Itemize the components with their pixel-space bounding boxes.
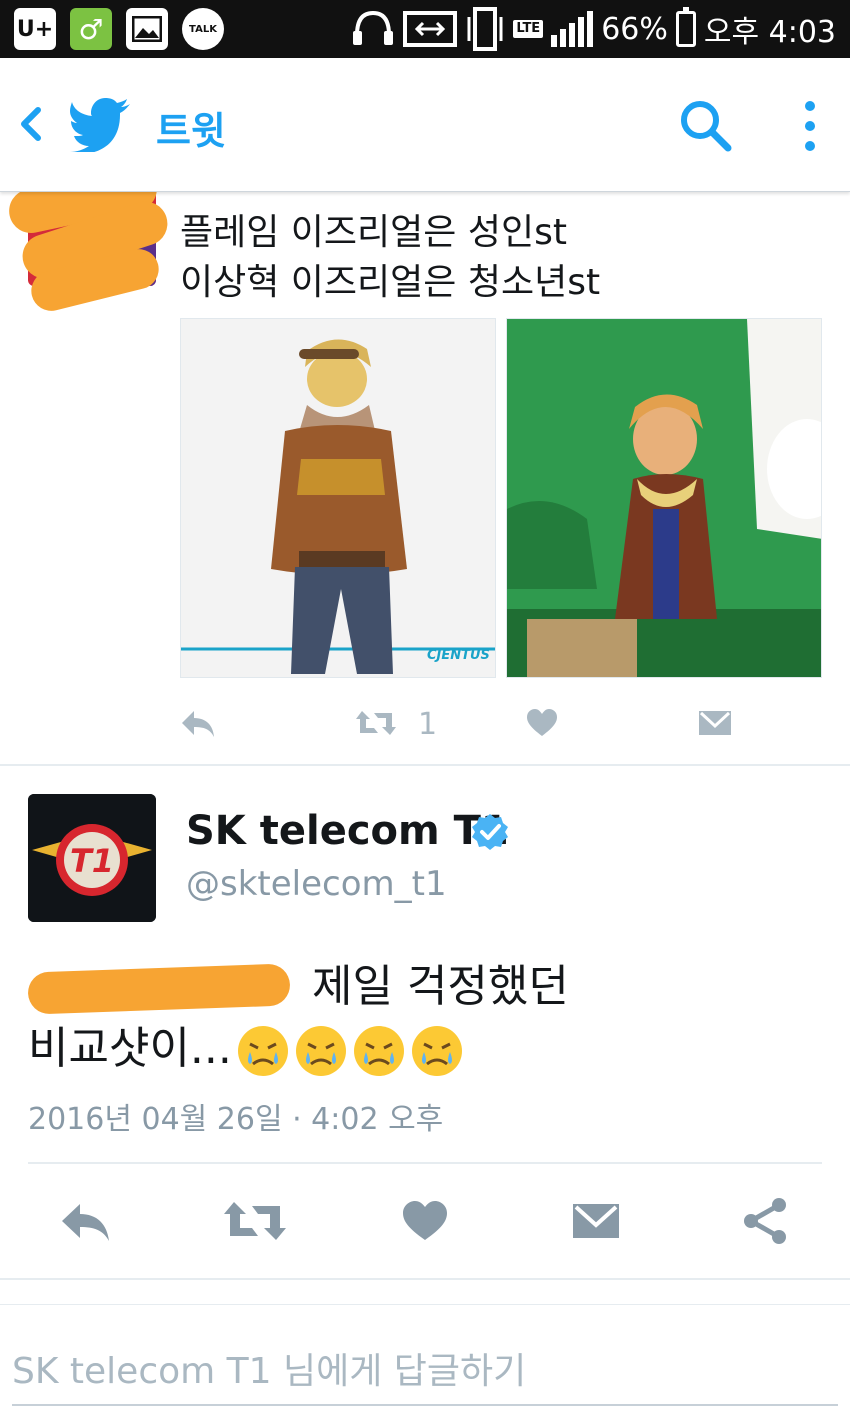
tweet-text-line: 비교샷이... bbox=[28, 1023, 232, 1074]
divider bbox=[0, 1304, 850, 1305]
battery-percent: 66% bbox=[601, 11, 668, 47]
profile-avatar[interactable]: T1 bbox=[28, 794, 156, 922]
svg-text:T1: T1 bbox=[70, 842, 114, 880]
divider bbox=[0, 1278, 850, 1280]
twitter-bird-icon bbox=[70, 98, 130, 152]
male-symbol-icon: ♂ bbox=[70, 8, 112, 50]
username-handle[interactable]: @sktelecom_t1 bbox=[186, 864, 447, 904]
crying-face-emoji-icon bbox=[295, 1026, 346, 1076]
tweet-text-line: 플레임 이즈리얼은 성인st bbox=[180, 212, 567, 253]
more-options-icon[interactable] bbox=[800, 98, 820, 154]
retweet-icon[interactable] bbox=[354, 705, 398, 741]
crying-face-emoji-icon bbox=[411, 1026, 462, 1076]
retweet-count: 1 bbox=[418, 707, 438, 742]
battery-icon bbox=[675, 7, 696, 47]
tweet-detail-actions bbox=[0, 1190, 850, 1256]
tweet-timestamp: 2016년 04월 26일 · 4:02 오후 bbox=[28, 1102, 444, 1137]
divider bbox=[28, 1162, 822, 1164]
screen-share-icon bbox=[403, 11, 458, 47]
kakaotalk-icon: TALK bbox=[182, 8, 224, 50]
like-heart-icon[interactable] bbox=[402, 1196, 448, 1246]
direct-message-icon[interactable] bbox=[698, 705, 732, 741]
tweet-text-line: 제일 걱정했던 bbox=[312, 961, 569, 1012]
skt-t1-logo: T1 bbox=[28, 794, 156, 922]
lte-indicator: LTE bbox=[513, 20, 544, 38]
tweet-photo-1[interactable]: CJENTUS bbox=[180, 318, 496, 678]
uplus-icon: U+ bbox=[14, 8, 56, 50]
reply-input[interactable]: SK telecom T1 님에게 답글하기 bbox=[12, 1336, 838, 1406]
search-icon[interactable] bbox=[678, 98, 734, 154]
share-icon[interactable] bbox=[742, 1196, 788, 1246]
photo-watermark: CJENTUS bbox=[427, 648, 490, 663]
display-name[interactable]: SK telecom T1 bbox=[186, 808, 509, 854]
previous-tweet[interactable]: 플레임 이즈리얼은 성인st 이상혁 이즈리얼은 청소년st CJENTUS 1 bbox=[0, 162, 850, 765]
page-title: 트윗 bbox=[156, 109, 226, 153]
divider bbox=[0, 764, 850, 766]
verified-badge-icon bbox=[472, 814, 508, 850]
vibrate-icon bbox=[467, 7, 503, 51]
tweet-text: 플레임 이즈리얼은 성인st 이상혁 이즈리얼은 청소년st bbox=[180, 208, 600, 308]
crying-face-emoji-icon bbox=[237, 1026, 288, 1076]
status-bar: U+ ♂ TALK LTE 66% 오후 4:03 bbox=[0, 0, 850, 58]
headset-icon bbox=[353, 10, 394, 45]
tweet-photo-2[interactable] bbox=[506, 318, 822, 678]
reply-icon[interactable] bbox=[180, 705, 216, 741]
like-heart-icon[interactable] bbox=[526, 705, 558, 741]
retweet-icon[interactable] bbox=[222, 1196, 288, 1246]
tweet-actions: 1 bbox=[0, 697, 850, 747]
gallery-icon bbox=[126, 8, 168, 50]
app-bar: 트윗 bbox=[0, 58, 850, 192]
direct-message-icon[interactable] bbox=[572, 1196, 620, 1246]
clock: 오후 4:03 bbox=[703, 15, 836, 50]
signal-icon bbox=[551, 11, 594, 47]
crying-face-emoji-icon bbox=[353, 1026, 404, 1076]
back-arrow-icon[interactable] bbox=[14, 102, 50, 146]
tweet-text-line: 이상혁 이즈리얼은 청소년st bbox=[180, 262, 601, 303]
reply-icon[interactable] bbox=[58, 1196, 112, 1246]
